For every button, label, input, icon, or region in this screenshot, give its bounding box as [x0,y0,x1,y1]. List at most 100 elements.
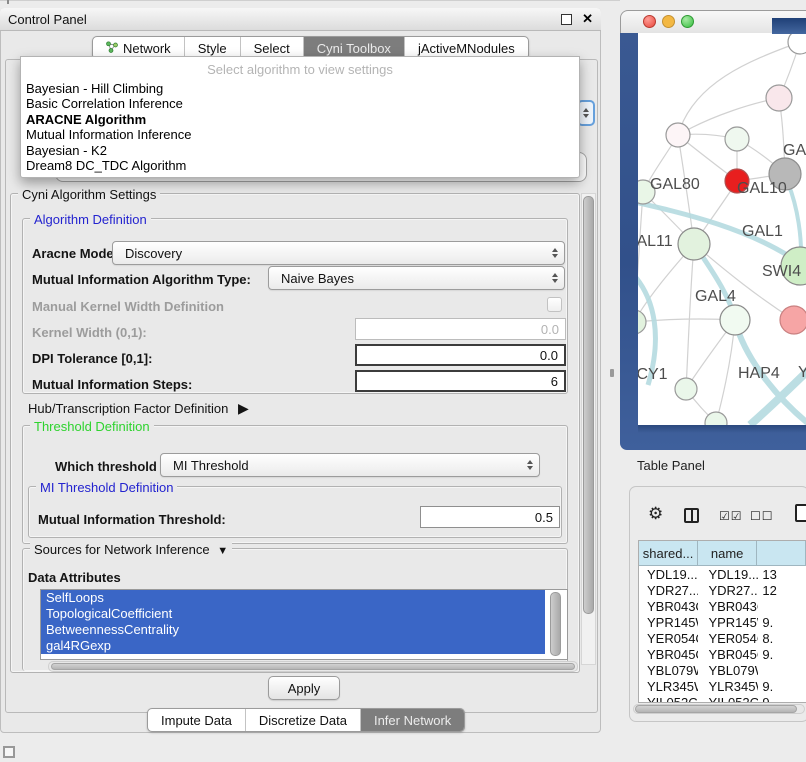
algorithm-option[interactable]: ARACNE Algorithm [21,112,579,127]
table-cell: YBR043C [698,598,758,614]
minimized-panel-icon[interactable] [3,746,15,758]
data-attribute-item[interactable]: BetweennessCentrality [41,622,545,638]
which-threshold-select[interactable]: MI Threshold [160,453,540,477]
bottom-tab-infer-network[interactable]: Infer Network [360,709,464,731]
network-node-label: GAL80 [650,176,700,193]
network-node[interactable] [705,412,727,425]
network-node[interactable] [725,127,749,151]
close-icon[interactable]: ✕ [582,11,593,27]
network-node[interactable] [666,123,690,147]
table-cell: 8. [758,630,806,646]
expanded-arrow-icon: ▼ [217,545,228,557]
table-panel-title: Table Panel [637,458,705,473]
threshold-definition-title: Threshold Definition [30,419,154,434]
attributes-list-scrollbar[interactable] [550,592,561,656]
table-cell: YER054C [639,630,698,646]
table-column-header[interactable]: name [698,541,757,566]
network-node[interactable] [766,85,792,111]
network-node-label: GAL10 [737,180,787,197]
table-cell: YIL052C [698,694,758,703]
network-node[interactable] [780,306,806,334]
network-node-label: GCY1 [638,366,668,383]
table-row[interactable]: YER054CYER054C8. [639,630,806,646]
select-all-columns-icon[interactable]: ☑☑ [719,510,743,522]
table-row[interactable]: YDR27...YDR27...12 [639,582,806,598]
table-cell: YIL052C [639,694,698,703]
hub-definition-toggle[interactable]: Hub/Transcription Factor Definition ▶ [28,400,249,417]
deselect-all-columns-icon[interactable]: ☐☐ [750,510,774,522]
node-table[interactable]: shared...name YDL19...YDL19...13YDR27...… [638,540,806,703]
algorithm-option[interactable]: Basic Correlation Inference [21,96,579,111]
document-icon[interactable] [795,504,806,522]
close-traffic-light[interactable] [643,15,656,28]
network-node-label: SWI4 [762,263,801,280]
bottom-tab-discretize-data[interactable]: Discretize Data [245,709,360,731]
network-node[interactable] [675,378,697,400]
table-cell: YLR345W [639,678,698,694]
tab-label: Select [254,41,290,56]
settings-horizontal-scrollbar-thumb[interactable] [51,663,575,670]
apply-button[interactable]: Apply [268,676,340,700]
table-cell: YDL19... [698,566,758,582]
panel-divider-grip[interactable] [610,369,614,377]
mi-threshold-field[interactable]: 0.5 [420,506,560,528]
table-row[interactable]: YBL079WYBL079W [639,662,806,678]
table-cell: 13 [758,566,806,582]
dpi-tolerance-field[interactable]: 0.0 [355,344,566,366]
minimize-traffic-light[interactable] [662,15,675,28]
table-row[interactable]: YBR045CYBR045C9. [639,646,806,662]
table-cell: YBR043C [639,598,698,614]
table-column-header[interactable] [757,541,806,566]
aracne-mode-value: Discovery [125,246,182,261]
table-row[interactable]: YIL052CYIL052C9. [639,694,806,703]
kernel-width-label: Kernel Width (0,1): [32,325,147,340]
network-node[interactable] [788,33,806,54]
algorithm-option[interactable]: Bayesian - Hill Climbing [21,81,579,96]
which-threshold-value: MI Threshold [173,458,249,473]
aracne-mode-select[interactable]: Discovery [112,241,565,265]
mi-steps-field[interactable]: 6 [355,370,566,392]
data-attribute-item[interactable]: SelfLoops [41,590,545,606]
mi-algorithm-type-select[interactable]: Naive Bayes [268,266,565,290]
table-row[interactable]: YPR145WYPR145W9. [639,614,806,630]
network-node[interactable] [678,228,710,260]
table-cell: YBL079W [639,662,698,678]
table-cell: YBR045C [639,646,698,662]
table-row[interactable]: YBR043CYBR043C [639,598,806,614]
network-node[interactable] [720,305,750,335]
table-cell [758,598,806,614]
table-row[interactable]: YLR345WYLR345W9. [639,678,806,694]
table-horizontal-scrollbar-thumb[interactable] [635,705,797,713]
network-canvas[interactable]: GALGAL80GAL10GAL1GAL11GAL4SWI4GCY1HAP4YH… [638,33,806,425]
tab-label: Cyni Toolbox [317,41,391,56]
table-cell: YDL19... [639,566,698,582]
sources-title[interactable]: Sources for Network Inference ▼ [30,542,232,557]
float-panel-icon[interactable] [561,14,572,25]
table-cell: 9. [758,694,806,703]
data-attributes-list[interactable]: SelfLoopsTopologicalCoefficientBetweenne… [40,589,568,660]
zoom-traffic-light[interactable] [681,15,694,28]
aracne-mode-label: Aracne Mode: [32,246,118,261]
table-cell: YPR145W [639,614,698,630]
tab-label: Style [198,41,227,56]
data-attribute-item[interactable]: gal4RGexp [41,638,545,654]
algorithm-option[interactable]: Mutual Information Inference [21,127,579,142]
dpi-tolerance-label: DPI Tolerance [0,1]: [32,351,152,366]
bottom-tab-impute-data[interactable]: Impute Data [148,709,245,731]
algorithm-dropdown-list: Bayesian - Hill ClimbingBasic Correlatio… [21,81,579,173]
table-column-header[interactable]: shared... [639,541,698,566]
table-cell: YPR145W [698,614,758,630]
manual-kernel-width-checkbox[interactable] [547,297,562,312]
split-columns-icon[interactable] [684,508,699,523]
table-cell: 9. [758,646,806,662]
table-settings-gear-icon[interactable]: ⚙ [648,505,663,522]
table-row[interactable]: YDL19...YDL19...13 [639,566,806,582]
network-node[interactable] [638,310,646,334]
tab-label: Network [123,41,171,56]
algorithm-option[interactable]: Dream8 DC_TDC Algorithm [21,158,579,173]
algorithm-option[interactable]: Bayesian - K2 [21,143,579,158]
settings-vertical-scrollbar-thumb[interactable] [583,196,594,614]
kernel-width-field[interactable]: 0.0 [355,318,566,340]
data-attribute-item[interactable]: TopologicalCoefficient [41,606,545,622]
table-cell: 9. [758,614,806,630]
